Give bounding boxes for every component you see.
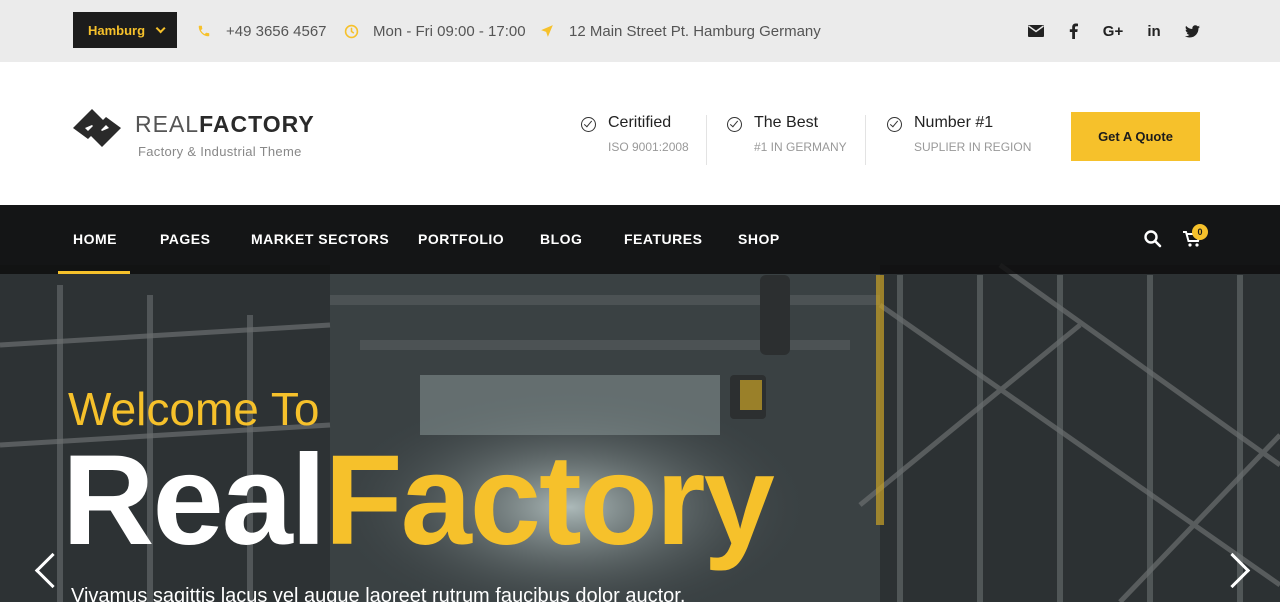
city-select[interactable]: Hamburg bbox=[73, 12, 177, 48]
google-plus-glyph: G+ bbox=[1102, 22, 1124, 40]
check-circle-icon bbox=[727, 117, 742, 132]
nav-pages[interactable]: PAGES bbox=[160, 205, 210, 274]
nav-features[interactable]: FEATURES bbox=[624, 205, 702, 274]
nav-home[interactable]: HOME bbox=[73, 205, 117, 274]
google-plus-icon[interactable]: G+ bbox=[1101, 0, 1125, 62]
feature-subtitle: ISO 9001:2008 bbox=[608, 140, 689, 154]
hero-title: RealFactory bbox=[62, 437, 775, 565]
get-a-quote-button[interactable]: Get A Quote bbox=[1071, 112, 1200, 161]
linkedin-icon[interactable]: in bbox=[1142, 0, 1166, 62]
nav-shop[interactable]: SHOP bbox=[738, 205, 780, 274]
divider bbox=[865, 115, 866, 165]
linkedin-glyph: in bbox=[1147, 22, 1161, 40]
active-nav-indicator bbox=[58, 271, 130, 274]
city-select-label: Hamburg bbox=[87, 22, 146, 38]
feature-title: Ceritified bbox=[608, 114, 672, 131]
opening-hours: Mon - Fri 09:00 - 17:00 bbox=[373, 22, 526, 40]
feature-subtitle: SUPLIER IN REGION bbox=[914, 140, 1032, 154]
hero-title-white: Real bbox=[62, 429, 326, 572]
hero-welcome-text: Welcome To bbox=[68, 383, 320, 435]
chevron-down-icon bbox=[155, 22, 166, 33]
logo-bold: FACTORY bbox=[199, 111, 315, 137]
top-bar: Hamburg +49 3656 4567 Mon - Fri 09:00 - … bbox=[0, 0, 1280, 62]
feature-subtitle: #1 IN GERMANY bbox=[754, 140, 847, 154]
logo-light: REAL bbox=[135, 111, 200, 137]
phone-info: +49 3656 4567 bbox=[196, 0, 327, 62]
hero-title-yellow: Factory bbox=[324, 429, 774, 572]
feature-title: The Best bbox=[754, 114, 819, 131]
email-icon[interactable] bbox=[1024, 0, 1048, 62]
check-circle-icon bbox=[581, 117, 596, 132]
phone-number: +49 3656 4567 bbox=[226, 22, 327, 40]
cart-count-badge: 0 bbox=[1192, 224, 1208, 240]
clock-icon bbox=[343, 23, 359, 39]
facebook-icon[interactable] bbox=[1061, 0, 1085, 62]
site-header: REALFACTORY Factory & Industrial Theme C… bbox=[0, 62, 1280, 205]
address: 12 Main Street Pt. Hamburg Germany bbox=[569, 22, 821, 40]
hours-info: Mon - Fri 09:00 - 17:00 bbox=[343, 0, 526, 62]
search-icon[interactable] bbox=[1143, 229, 1163, 249]
main-navigation: HOME PAGES MARKET SECTORS PORTFOLIO BLOG… bbox=[0, 205, 1280, 274]
slider-prev-arrow-icon[interactable] bbox=[30, 550, 60, 590]
realfactory-logo-icon[interactable] bbox=[73, 109, 121, 147]
address-info: 12 Main Street Pt. Hamburg Germany bbox=[539, 0, 821, 62]
feature-title: Number #1 bbox=[914, 114, 994, 131]
twitter-icon[interactable] bbox=[1180, 0, 1204, 62]
logo-wordmark[interactable]: REALFACTORY bbox=[135, 111, 315, 138]
nav-portfolio[interactable]: PORTFOLIO bbox=[418, 205, 504, 274]
nav-market-sectors[interactable]: MARKET SECTORS bbox=[251, 205, 389, 274]
slider-next-arrow-icon[interactable] bbox=[1222, 550, 1252, 590]
check-circle-icon bbox=[887, 117, 902, 132]
phone-icon bbox=[196, 23, 212, 39]
hero-subtext: Vivamus sagittis lacus vel augue laoreet… bbox=[71, 585, 686, 602]
divider bbox=[706, 115, 707, 165]
logo-tagline: Factory & Industrial Theme bbox=[138, 144, 302, 159]
hero-slider: HOME PAGES MARKET SECTORS PORTFOLIO BLOG… bbox=[0, 205, 1280, 602]
nav-blog[interactable]: BLOG bbox=[540, 205, 582, 274]
location-arrow-icon bbox=[539, 23, 555, 39]
